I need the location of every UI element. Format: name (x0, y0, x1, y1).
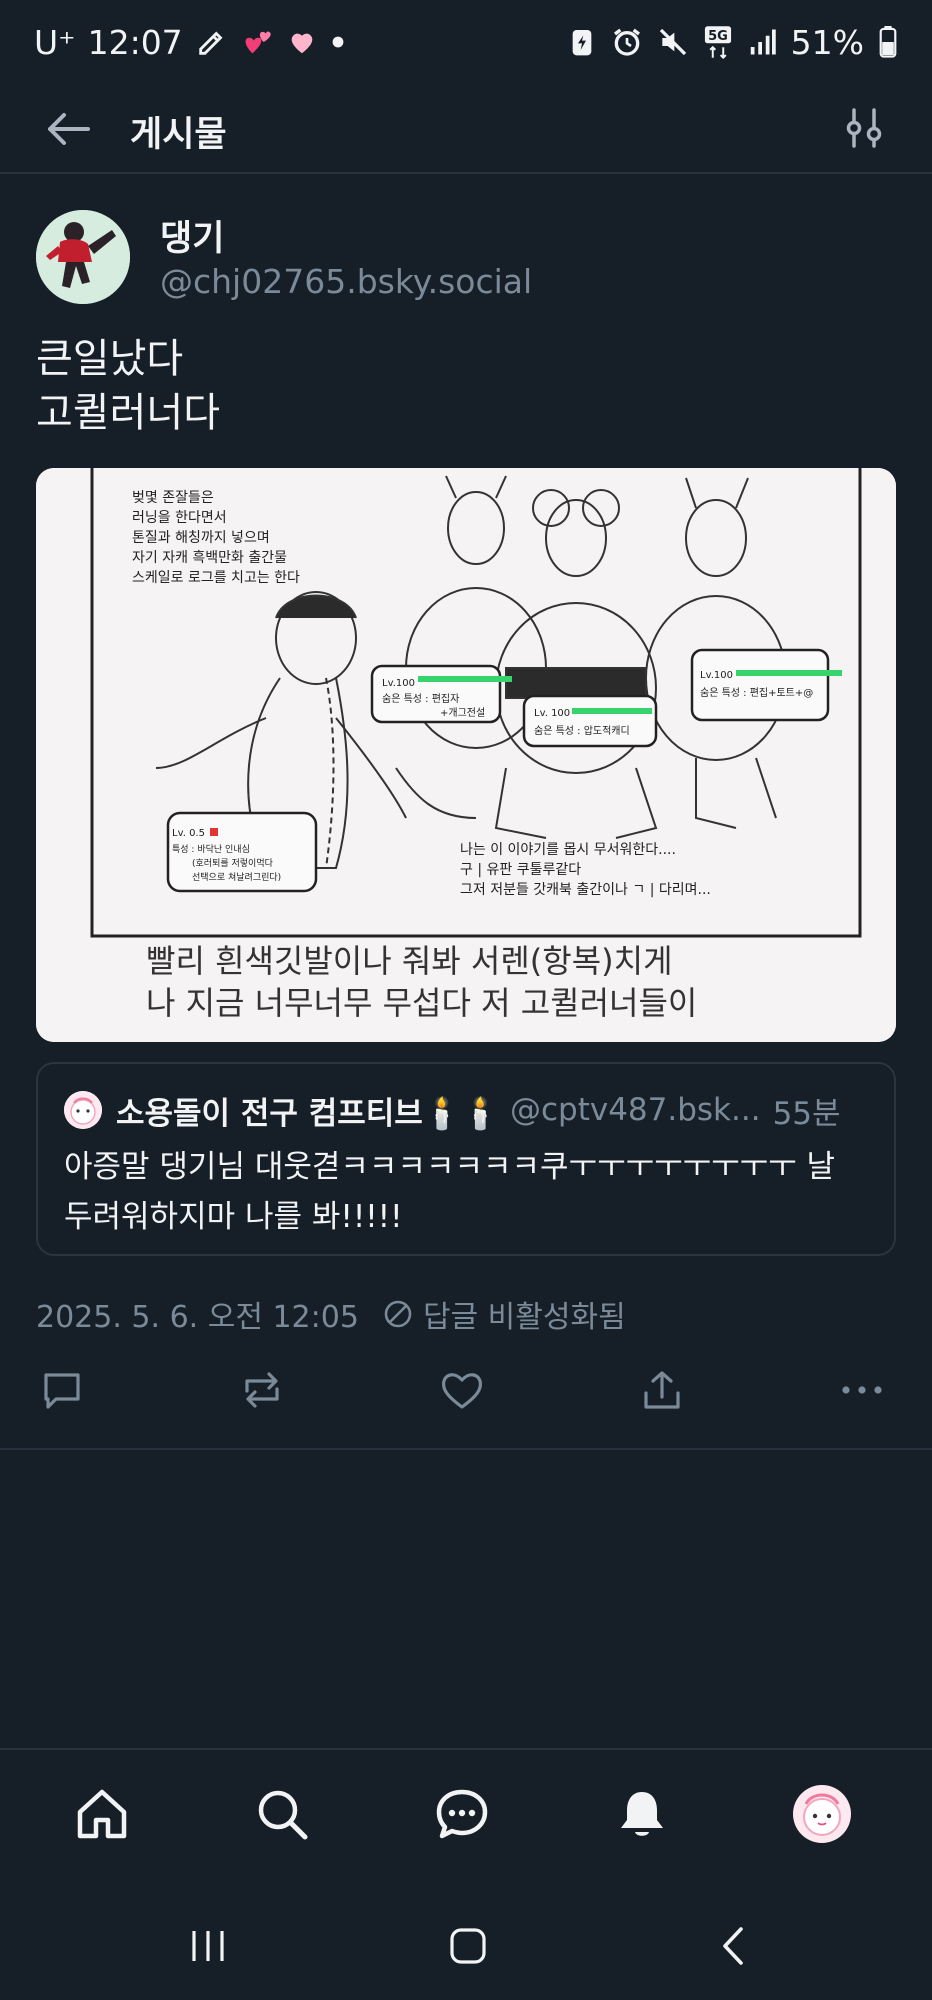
bottom-navigation (0, 1748, 932, 1870)
thread-settings-button[interactable] (836, 100, 892, 156)
status-left: U⁺ 12:07 (34, 23, 347, 62)
stat-level: Lv. 0.5 (172, 828, 205, 839)
status-right: 5G 51% (567, 23, 898, 62)
back-button[interactable] (40, 104, 96, 154)
post-text: 큰일났다 고퀼러너다 (36, 332, 220, 440)
image-caption: 빨리 흰색깃발이나 줘봐 서렌(항복)치게 (146, 942, 673, 980)
sliders-icon (846, 108, 882, 148)
more-options-button[interactable] (832, 1360, 892, 1420)
like-button[interactable] (432, 1360, 492, 1420)
share-button[interactable] (632, 1360, 692, 1420)
hearts-icon (241, 25, 275, 59)
heart-icon (287, 27, 317, 57)
battery-saver-icon (567, 26, 597, 58)
no-reply-icon (384, 1300, 412, 1328)
author-name[interactable]: 댕기 (160, 210, 224, 261)
stat-box-left: Lv.100 숨은 특성 : 편집자 +개그전설 (370, 664, 512, 724)
dialogue-line: 구 | 유판 쿠툴루같다 (460, 862, 581, 878)
reply-status: 답글 비활성화됨 (383, 1292, 626, 1336)
quoted-text-line: 두려워하지마 나를 봐!!!!! (64, 1199, 403, 1235)
narration-line: 스케일로 로그를 치고는 한다 (132, 570, 300, 586)
image-caption: 나 지금 너무너무 무섭다 저 고퀼러너들이 (146, 984, 697, 1022)
nav-search[interactable] (250, 1782, 314, 1846)
stat-level: Lv.100 (700, 670, 733, 681)
nav-profile[interactable] (790, 1782, 854, 1846)
author-avatar[interactable] (36, 210, 130, 304)
repost-icon (245, 1372, 279, 1408)
page-title: 게시물 (130, 115, 227, 155)
quoted-post[interactable]: 소용돌이 전구 컴프티브🕯️🕯️ @cptv487.bsk... 55분 아증말… (36, 1062, 896, 1256)
search-icon (258, 1790, 308, 1840)
stat-trait: 특성 : 바닥난 인내심 (172, 844, 250, 855)
stat-trait: 숨은 특성 : 편집자 (382, 693, 459, 705)
stat-trait: 선택으로 쳐날려그린다) (192, 871, 281, 883)
heart-outline-icon (441, 1373, 483, 1409)
post-text-line: 고퀼러너다 (36, 390, 220, 436)
system-navigation (0, 1890, 932, 2000)
nav-home[interactable] (70, 1782, 134, 1846)
network-label: 5G (708, 29, 728, 44)
home-icon (77, 1789, 127, 1839)
post-meta: 2025. 5. 6. 오전 12:05 답글 비활성화됨 (36, 1292, 626, 1336)
comment-icon (44, 1373, 80, 1409)
home-square-icon (450, 1928, 486, 1964)
carrier-label: U⁺ (34, 22, 76, 62)
narration-line: 벚몇 존잘들은 (132, 490, 214, 506)
bell-icon (621, 1792, 663, 1836)
stat-level: Lv. 100 (534, 708, 570, 719)
recent-apps-icon (192, 1931, 224, 1961)
status-bar: U⁺ 12:07 5G 51% (0, 0, 932, 84)
narration-line: 톤질과 해칭까지 넣으며 (132, 530, 270, 546)
signal-icon (747, 27, 777, 57)
network-5g-icon: 5G (703, 25, 733, 59)
stat-trait: +개그전설 (440, 707, 485, 719)
post-timestamp: 2025. 5. 6. 오전 12:05 (36, 1300, 359, 1335)
chat-icon (436, 1789, 488, 1839)
stat-box-player: Lv. 0.5 특성 : 바닥난 인내심 (호러퇴를 저렇이먹다 선택으로 쳐날… (166, 811, 318, 893)
stat-box-middle: Lv. 100 숨은 특성 : 압도적캐디 (522, 694, 658, 748)
stat-trait: 숨은 특성 : 압도적캐디 (534, 724, 630, 737)
chevron-left-icon (723, 1927, 743, 1965)
quoted-post-header: 소용돌이 전구 컴프티브🕯️🕯️ @cptv487.bsk... 55분 (64, 1088, 872, 1132)
repost-button[interactable] (232, 1360, 292, 1420)
narration-line: 자기 자캐 흑백만화 출간물 (132, 549, 287, 566)
quoted-author-name: 소용돌이 전구 컴프티브🕯️🕯️ (116, 1095, 500, 1132)
arrow-left-icon (48, 113, 90, 145)
back-system-button[interactable] (702, 1918, 762, 1974)
battery-icon (878, 26, 898, 58)
dot-icon (329, 33, 347, 51)
dialogue-line: 나는 이 이야기를 몹시 무서워한다.... (460, 842, 676, 858)
profile-avatar (793, 1785, 851, 1843)
home-system-button[interactable] (438, 1918, 498, 1974)
reply-button[interactable] (32, 1360, 92, 1420)
dialogue-line: 그저 저분들 갓캐북 출간이나 ㄱ | 다리며... (460, 882, 711, 898)
stat-level: Lv.100 (382, 678, 415, 689)
share-icon (644, 1371, 680, 1409)
alarm-icon (611, 26, 643, 58)
quoted-author-avatar[interactable] (64, 1091, 102, 1129)
top-header: 게시물 (0, 84, 932, 174)
section-divider (0, 1448, 932, 1450)
quoted-text-line: 아증말 댕기님 대웃겯ㅋㅋㅋㅋㅋㅋㅋ쿠ㅜㅜㅜㅜㅜㅜㅜㅜ 날 (64, 1149, 836, 1185)
post-actions (0, 1360, 932, 1420)
author-handle[interactable]: @chj02765.bsky.social (160, 262, 532, 301)
stat-trait: (호러퇴를 저렇이먹다 (192, 858, 274, 869)
nav-notifications[interactable] (610, 1782, 674, 1846)
mute-icon (657, 26, 689, 58)
pencil-icon (195, 25, 229, 59)
recent-apps-button[interactable] (178, 1918, 238, 1974)
post-text-line: 큰일났다 (36, 336, 184, 382)
reply-status-label: 답글 비활성화됨 (422, 1300, 626, 1335)
narration-line: 러닝을 한다면서 (132, 510, 227, 526)
clock: 12:07 (87, 22, 183, 62)
post-image[interactable]: 벚몇 존잘들은 러닝을 한다면서 톤질과 해칭까지 넣으며 자기 자캐 흑백만화… (36, 468, 896, 1042)
battery-percent: 51% (790, 22, 864, 62)
ellipsis-icon (842, 1386, 882, 1394)
stat-box-right: Lv.100 숨은 특성 : 편집+토트+@ (690, 648, 842, 722)
stat-trait: 숨은 특성 : 편집+토트+@ (700, 687, 813, 699)
quoted-post-text: 아증말 댕기님 대웃겯ㅋㅋㅋㅋㅋㅋㅋ쿠ㅜㅜㅜㅜㅜㅜㅜㅜ 날 두려워하지마 나를 … (64, 1142, 872, 1242)
quoted-post-time: 55분 (772, 1095, 841, 1132)
nav-chat[interactable] (430, 1782, 494, 1846)
quoted-author-handle: @cptv487.bsk... (509, 1092, 761, 1128)
